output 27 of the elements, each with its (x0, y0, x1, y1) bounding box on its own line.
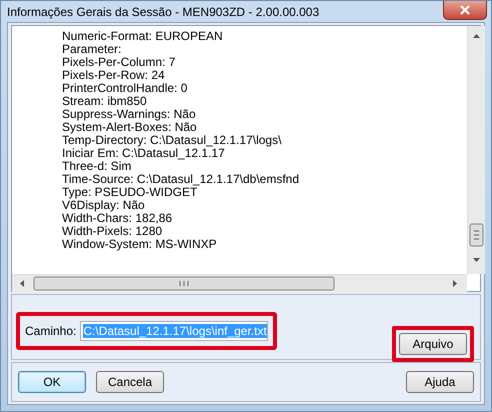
close-button[interactable] (443, 1, 487, 20)
info-line: Iniciar Em: C:\Datasul_12.1.17 (61, 147, 225, 160)
dialog-button[interactable]: OK (18, 371, 86, 393)
info-line: Pixels-Per-Column: 7 (61, 56, 176, 69)
file-button[interactable]: Arquivo (399, 333, 467, 355)
info-line: Three-d: Sim (61, 160, 132, 173)
path-label: Caminho: (25, 324, 76, 338)
info-line: Time-Source: C:\Datasul_12.1.17\db\emsfnd (61, 173, 300, 186)
info-line: Suppress-Warnings: Não (61, 108, 197, 121)
vertical-scrollbar[interactable] (467, 26, 485, 274)
info-line: Width-Chars: 182,86 (61, 212, 174, 225)
info-line: Type: PSEUDO-WIDGET (61, 186, 198, 199)
window-title: Informações Gerais da Sessão - MEN903ZD - 2.00.00.003 (7, 4, 320, 18)
dialog-button[interactable]: Cancela (96, 371, 164, 393)
info-line: Numeric-Format: EUROPEAN (61, 30, 224, 43)
horizontal-scrollbar[interactable] (12, 274, 467, 292)
dialog-button[interactable]: Ajuda (406, 371, 474, 393)
info-line: Width-Pixels: 1280 (61, 225, 164, 238)
info-line: Parameter: (61, 43, 122, 56)
info-line: System-Alert-Boxes: Não (61, 121, 198, 134)
info-line: V6Display: Não (61, 199, 146, 212)
close-icon (459, 5, 471, 15)
info-line: Stream: ibm850 (61, 95, 148, 108)
info-line: Window-System: MS-WINXP (61, 238, 218, 251)
info-line: Temp-Directory: C:\Datasul_12.1.17\logs\ (61, 134, 282, 147)
info-line: PrinterControlHandle: 0 (61, 82, 188, 95)
info-line: Pixels-Per-Row: 24 (61, 69, 166, 82)
